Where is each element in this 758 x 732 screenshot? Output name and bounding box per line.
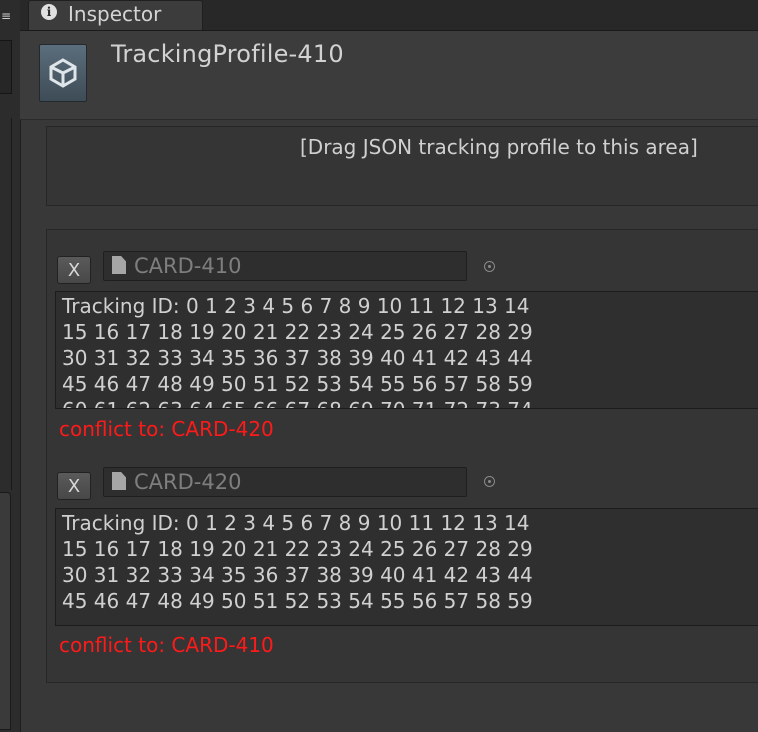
left-panel-divider — [0, 118, 12, 490]
menu-icon[interactable]: ≡ — [1, 9, 11, 23]
tracking-id-textarea[interactable]: Tracking ID: 0 1 2 3 4 5 6 7 8 9 10 11 1… — [55, 508, 758, 626]
tab-inspector[interactable]: i Inspector — [28, 0, 203, 30]
remove-entry-button[interactable]: X — [57, 472, 91, 500]
profile-title: TrackingProfile-410 — [111, 40, 344, 68]
inspector-header: TrackingProfile-410 — [20, 31, 758, 120]
info-icon: i — [41, 4, 57, 20]
tab-bar: i Inspector — [20, 0, 758, 31]
document-icon — [112, 256, 126, 274]
asset-object-field[interactable]: CARD-410 — [103, 251, 467, 281]
asset-name: CARD-410 — [134, 254, 242, 278]
tracking-id-text: Tracking ID: 0 1 2 3 4 5 6 7 8 9 10 11 1… — [62, 294, 533, 408]
document-icon — [112, 472, 126, 490]
tracking-id-text: Tracking ID: 0 1 2 3 4 5 6 7 8 9 10 11 1… — [62, 511, 533, 613]
asset-object-field[interactable]: CARD-420 — [103, 467, 467, 497]
left-panel-edge: ≡ — [0, 0, 21, 732]
unity-logo-icon — [39, 44, 87, 102]
conflict-warning: conflict to: CARD-420 — [59, 417, 274, 441]
json-drop-area[interactable]: [Drag JSON tracking profile to this area… — [46, 126, 758, 206]
conflict-warning: conflict to: CARD-410 — [59, 633, 274, 657]
remove-entry-button[interactable]: X — [57, 256, 91, 284]
object-picker-icon[interactable] — [484, 476, 495, 487]
tracking-entry-list: X CARD-410 Tracking ID: 0 1 2 3 4 5 6 7 … — [46, 229, 758, 683]
object-picker-icon[interactable] — [484, 261, 495, 272]
left-panel-scroll[interactable] — [0, 492, 11, 730]
asset-name: CARD-420 — [134, 470, 242, 494]
tracking-id-textarea[interactable]: Tracking ID: 0 1 2 3 4 5 6 7 8 9 10 11 1… — [55, 291, 758, 409]
drop-area-label: [Drag JSON tracking profile to this area… — [300, 135, 698, 159]
tab-label: Inspector — [68, 2, 162, 26]
left-panel-slot — [0, 40, 12, 94]
